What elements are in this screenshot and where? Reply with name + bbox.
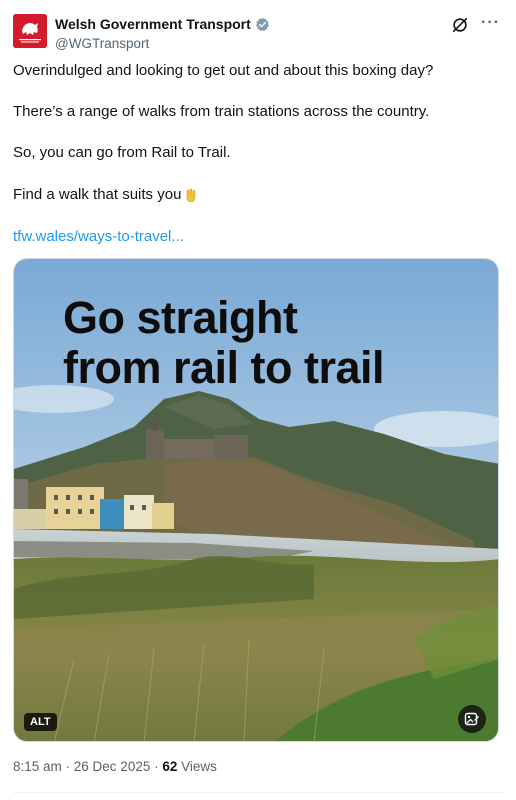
views-label: Views [177, 759, 217, 774]
tweet-line: Overindulged and looking to get out and … [13, 62, 434, 79]
image-edit-icon [464, 712, 479, 726]
tweet-line-with-emoji: Find a walk that suits you [13, 185, 199, 205]
tweet-line: There’s a range of walks from train stat… [13, 103, 430, 120]
tweet-metadata: 8:15 am · 26 Dec 2025 · 62 Views [13, 759, 217, 774]
tweet-link[interactable]: tfw.wales/ways-to-travel... [13, 227, 184, 247]
tweet-image[interactable]: Go straight from rail to trail ALT [13, 258, 499, 742]
verified-badge-icon [255, 17, 269, 31]
divider [13, 792, 503, 793]
tweet-header: Welsh Government Transport @WGTransport … [13, 12, 503, 52]
separator: · [150, 759, 163, 774]
image-headline-line: from rail to trail [63, 342, 385, 393]
separator: · [61, 759, 74, 774]
grok-icon[interactable] [451, 16, 469, 34]
tweet-line: So, you can go from Rail to Trail. [13, 144, 231, 161]
tweet-time[interactable]: 8:15 am [13, 759, 62, 774]
welsh-dragon-logo-icon [13, 14, 47, 48]
image-edit-button[interactable] [458, 705, 486, 733]
tweet-date[interactable]: 26 Dec 2025 [74, 759, 151, 774]
handle[interactable]: @WGTransport [55, 36, 270, 51]
tweet-line: Find a walk that suits you [13, 186, 182, 203]
display-name[interactable]: Welsh Government Transport [55, 16, 251, 32]
views-count: 62 [162, 759, 178, 774]
more-icon[interactable]: ··· [481, 14, 499, 32]
image-headline: Go straight from rail to trail [63, 292, 385, 393]
alt-text-badge[interactable]: ALT [24, 713, 57, 731]
image-headline-line: Go straight [63, 292, 298, 343]
avatar[interactable] [13, 14, 47, 48]
pointing-down-emoji-icon [187, 188, 196, 203]
